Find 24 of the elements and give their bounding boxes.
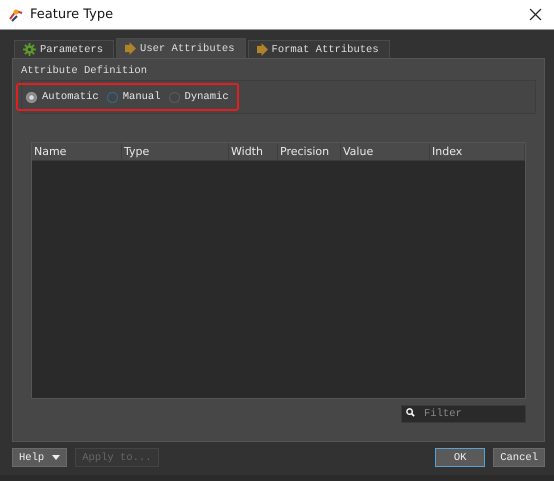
column-header[interactable]: Name xyxy=(32,143,122,160)
radio-option[interactable]: Automatic xyxy=(26,91,99,103)
column-header[interactable]: Precision xyxy=(278,143,341,160)
group-label: Attribute Definition xyxy=(21,65,148,77)
close-icon[interactable] xyxy=(529,8,542,21)
radio-option[interactable]: Dynamic xyxy=(168,91,229,103)
arrow-icon xyxy=(125,42,136,55)
column-header[interactable]: Type xyxy=(122,143,229,160)
filter-field[interactable]: Filter xyxy=(401,405,526,423)
app-logo-icon xyxy=(8,6,24,22)
tab[interactable]: Parameters xyxy=(14,40,114,58)
column-header[interactable]: Width xyxy=(229,143,278,160)
column-header[interactable]: Value xyxy=(341,143,430,160)
column-header[interactable]: Index xyxy=(430,143,525,160)
gear-icon xyxy=(23,43,36,56)
dialog-button[interactable]: Help xyxy=(12,448,68,467)
tab[interactable]: User Attributes xyxy=(116,38,246,58)
window-title: Feature Type xyxy=(30,7,114,22)
arrow-icon xyxy=(256,43,268,56)
dialog-button[interactable]: Cancel xyxy=(493,448,545,467)
radio-option[interactable]: Manual xyxy=(106,91,161,103)
dialog-button[interactable]: OK xyxy=(435,448,486,467)
tab[interactable]: Format Attributes xyxy=(248,40,390,58)
caret-icon xyxy=(52,455,60,460)
